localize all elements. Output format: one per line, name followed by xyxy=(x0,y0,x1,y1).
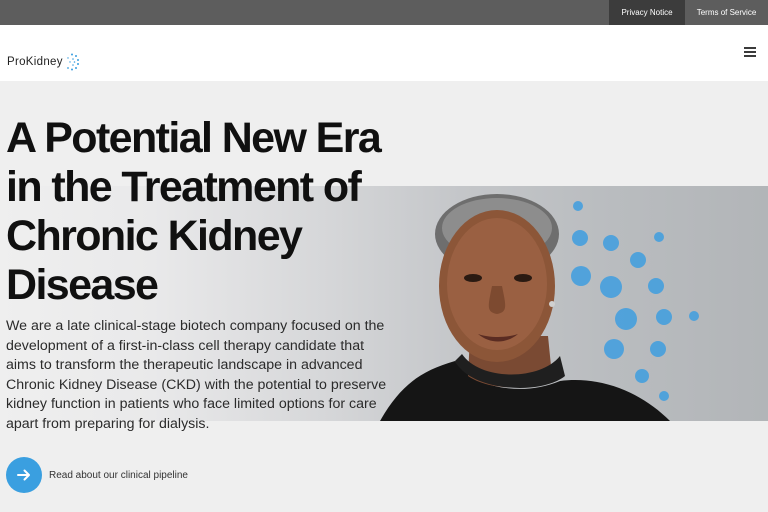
logo-dots-icon xyxy=(66,53,79,71)
headline-line: in the Treatment of xyxy=(6,163,362,211)
hamburger-menu-icon[interactable] xyxy=(744,47,756,57)
prokidney-logo[interactable]: ProKidney xyxy=(7,53,80,71)
intro-line: Chronic Kidney Disease (CKD) with the po… xyxy=(6,376,387,393)
headline-line: Disease xyxy=(6,261,159,309)
utility-bar: Privacy Notice Terms of Service xyxy=(0,0,768,25)
headline-line: A Potential New Era xyxy=(6,114,382,162)
intro-line: development of a first-in-class cell the… xyxy=(6,337,365,354)
privacy-notice-link[interactable]: Privacy Notice xyxy=(609,0,685,25)
kidney-dots-graphic xyxy=(571,201,699,401)
intro-line: kidney function in patients who face lim… xyxy=(6,396,377,412)
hero-headline: A Potential New Era in the Treatment of … xyxy=(6,114,426,310)
clinical-pipeline-link[interactable]: Read about our clinical pipeline xyxy=(6,457,188,493)
arrow-button[interactable] xyxy=(6,457,42,493)
intro-line: aims to transform the therapeutic landsc… xyxy=(6,357,363,373)
terms-of-service-link[interactable]: Terms of Service xyxy=(685,0,768,25)
intro-line: We are a late clinical-stage biotech com… xyxy=(6,318,385,334)
cta-label[interactable]: Read about our clinical pipeline xyxy=(49,470,188,481)
intro-line: apart from preparing for dialysis. xyxy=(6,415,210,432)
hero-intro-text: We are a late clinical-stage biotech com… xyxy=(6,317,406,434)
arrow-right-icon xyxy=(17,469,30,481)
site-header: ProKidney xyxy=(0,25,768,81)
headline-line: Chronic Kidney xyxy=(6,212,303,260)
logo-wordmark: ProKidney xyxy=(7,56,63,68)
